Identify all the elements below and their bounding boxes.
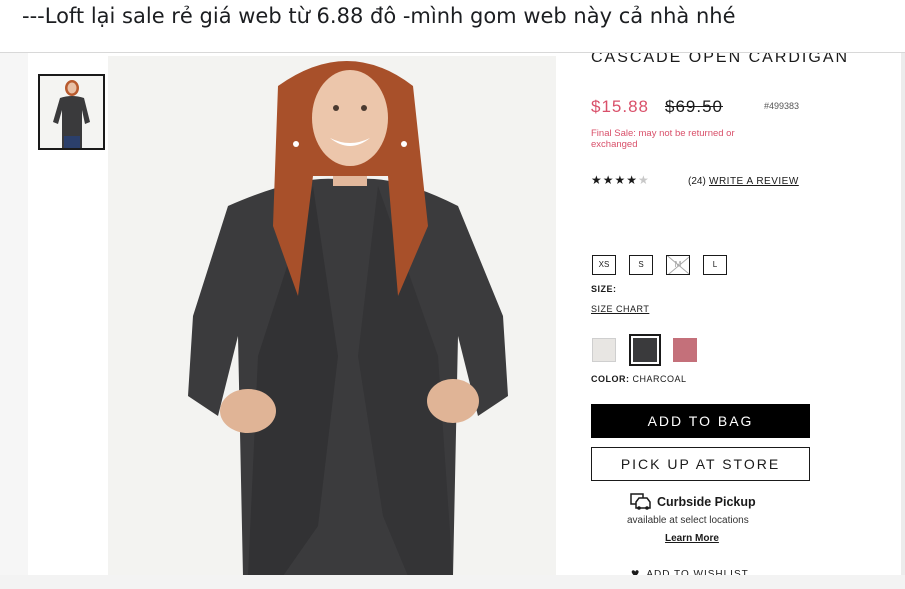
- post-caption: ---Loft lại sale rẻ giá web từ 6.88 đô -…: [22, 4, 736, 28]
- add-to-bag-button[interactable]: ADD TO BAG: [591, 404, 810, 438]
- car-store-icon: [630, 493, 651, 510]
- size-option-s[interactable]: S: [629, 255, 653, 275]
- color-value: CHARCOAL: [632, 374, 687, 384]
- product-thumbnail[interactable]: [38, 74, 105, 150]
- product-screenshot: CASCADE OPEN CARDIGAN $15.88 $69.50 #499…: [0, 52, 905, 589]
- learn-more-link[interactable]: Learn More: [665, 533, 719, 544]
- product-sku: #499383: [764, 101, 800, 111]
- color-swatch-rose[interactable]: [673, 338, 697, 362]
- star-empty-icon: ★: [638, 173, 650, 187]
- right-edge: [901, 53, 905, 589]
- review-count: (24): [688, 176, 706, 187]
- size-option-xs[interactable]: XS: [592, 255, 616, 275]
- pick-up-at-store-button[interactable]: PICK UP AT STORE: [591, 447, 810, 481]
- product-main-photo[interactable]: [108, 56, 556, 576]
- size-option-l[interactable]: L: [703, 255, 727, 275]
- curbside-subtitle: available at select locations: [627, 515, 749, 526]
- model-photo-image: [108, 56, 556, 576]
- star-icon: ★★★★: [591, 173, 639, 187]
- color-label: COLOR: CHARCOAL: [591, 374, 687, 384]
- thumbnail-image: [40, 76, 103, 148]
- color-label-key: COLOR:: [591, 374, 630, 384]
- final-sale-note: Final Sale: may not be returned or excha…: [591, 128, 735, 150]
- left-gutter: [0, 53, 28, 589]
- post-header: ---Loft lại sale rẻ giá web từ 6.88 đô -…: [0, 0, 905, 52]
- size-option-m[interactable]: M: [666, 255, 690, 275]
- sale-price: $15.88: [591, 97, 649, 116]
- original-price: $69.50: [665, 97, 723, 116]
- write-review-link[interactable]: WRITE A REVIEW: [709, 176, 799, 187]
- color-swatch-light-gray[interactable]: [592, 338, 616, 362]
- product-title: CASCADE OPEN CARDIGAN: [591, 52, 850, 66]
- rating-stars[interactable]: ★★★★★: [591, 173, 650, 187]
- curbside-title: Curbside Pickup: [657, 495, 756, 509]
- bottom-strip: [0, 575, 905, 589]
- size-chart-link[interactable]: SIZE CHART: [591, 304, 649, 314]
- size-label: SIZE:: [591, 284, 617, 294]
- color-swatch-charcoal[interactable]: [629, 334, 661, 366]
